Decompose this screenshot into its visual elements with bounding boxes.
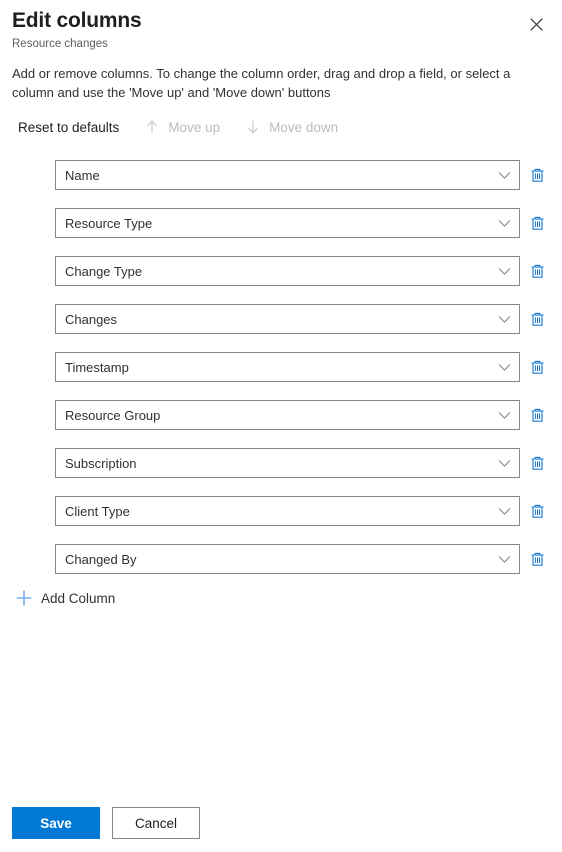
trash-icon: [529, 311, 546, 328]
chevron-down-icon: [489, 507, 519, 516]
trash-icon: [529, 359, 546, 376]
column-select-label: Resource Group: [65, 407, 161, 423]
column-select-0[interactable]: Name: [55, 160, 520, 190]
panel-description: Add or remove columns. To change the col…: [12, 66, 511, 100]
column-select-8[interactable]: Changed By: [55, 544, 520, 574]
move-up-button[interactable]: Move up: [143, 113, 220, 141]
delete-column-button-2[interactable]: [525, 259, 549, 283]
move-up-label: Move up: [168, 119, 221, 135]
trash-icon: [529, 407, 546, 424]
column-row: Resource Group: [0, 400, 562, 430]
column-select-label: Resource Type: [65, 215, 153, 231]
column-row: Subscription: [0, 448, 562, 478]
panel-footer: Save Cancel: [0, 794, 562, 852]
column-select-1[interactable]: Resource Type: [55, 208, 520, 238]
reset-to-defaults-label: Reset to defaults: [18, 119, 120, 135]
column-row: Resource Type: [0, 208, 562, 238]
column-select-3[interactable]: Changes: [55, 304, 520, 334]
chevron-down-icon: [489, 219, 519, 228]
arrow-down-icon: [244, 118, 262, 136]
column-row: Client Type: [0, 496, 562, 526]
column-select-label: Changes: [65, 311, 118, 327]
trash-icon: [529, 167, 546, 184]
command-bar: Reset to defaults Move up Move down: [18, 113, 338, 141]
add-column-label: Add Column: [41, 590, 116, 606]
column-select-label: Subscription: [65, 455, 137, 471]
close-button[interactable]: [520, 8, 552, 40]
panel-subtitle: Resource changes: [12, 38, 108, 50]
cancel-button[interactable]: Cancel: [112, 807, 200, 839]
move-down-label: Move down: [269, 119, 339, 135]
delete-column-button-5[interactable]: [525, 403, 549, 427]
column-select-label: Change Type: [65, 263, 143, 279]
panel-header: Edit columns Resource changes: [0, 0, 562, 52]
delete-column-button-0[interactable]: [525, 163, 549, 187]
save-button[interactable]: Save: [12, 807, 100, 839]
column-list: Name Resource Type Change Type Changes T…: [0, 160, 562, 592]
arrow-up-icon: [143, 118, 161, 136]
column-select-6[interactable]: Subscription: [55, 448, 520, 478]
delete-column-button-3[interactable]: [525, 307, 549, 331]
move-down-button[interactable]: Move down: [244, 113, 338, 141]
chevron-down-icon: [489, 363, 519, 372]
trash-icon: [529, 263, 546, 280]
column-select-label: Timestamp: [65, 359, 129, 375]
delete-column-button-7[interactable]: [525, 499, 549, 523]
chevron-down-icon: [489, 555, 519, 564]
trash-icon: [529, 215, 546, 232]
column-row: Changed By: [0, 544, 562, 574]
trash-icon: [529, 551, 546, 568]
trash-icon: [529, 455, 546, 472]
plus-icon: [13, 587, 35, 609]
column-row: Changes: [0, 304, 562, 334]
chevron-down-icon: [489, 171, 519, 180]
delete-column-button-6[interactable]: [525, 451, 549, 475]
chevron-down-icon: [489, 459, 519, 468]
chevron-down-icon: [489, 411, 519, 420]
column-select-5[interactable]: Resource Group: [55, 400, 520, 430]
column-row: Timestamp: [0, 352, 562, 382]
column-row: Name: [0, 160, 562, 190]
page-title: Edit columns: [12, 9, 142, 32]
close-icon: [529, 17, 543, 31]
add-column-button[interactable]: Add Column: [13, 585, 115, 611]
column-select-label: Name: [65, 167, 100, 183]
delete-column-button-1[interactable]: [525, 211, 549, 235]
column-select-4[interactable]: Timestamp: [55, 352, 520, 382]
column-select-label: Changed By: [65, 551, 137, 567]
column-select-label: Client Type: [65, 503, 130, 519]
column-select-7[interactable]: Client Type: [55, 496, 520, 526]
delete-column-button-4[interactable]: [525, 355, 549, 379]
column-select-2[interactable]: Change Type: [55, 256, 520, 286]
column-row: Change Type: [0, 256, 562, 286]
chevron-down-icon: [489, 315, 519, 324]
chevron-down-icon: [489, 267, 519, 276]
delete-column-button-8[interactable]: [525, 547, 549, 571]
reset-to-defaults-button[interactable]: Reset to defaults: [18, 113, 119, 141]
trash-icon: [529, 503, 546, 520]
